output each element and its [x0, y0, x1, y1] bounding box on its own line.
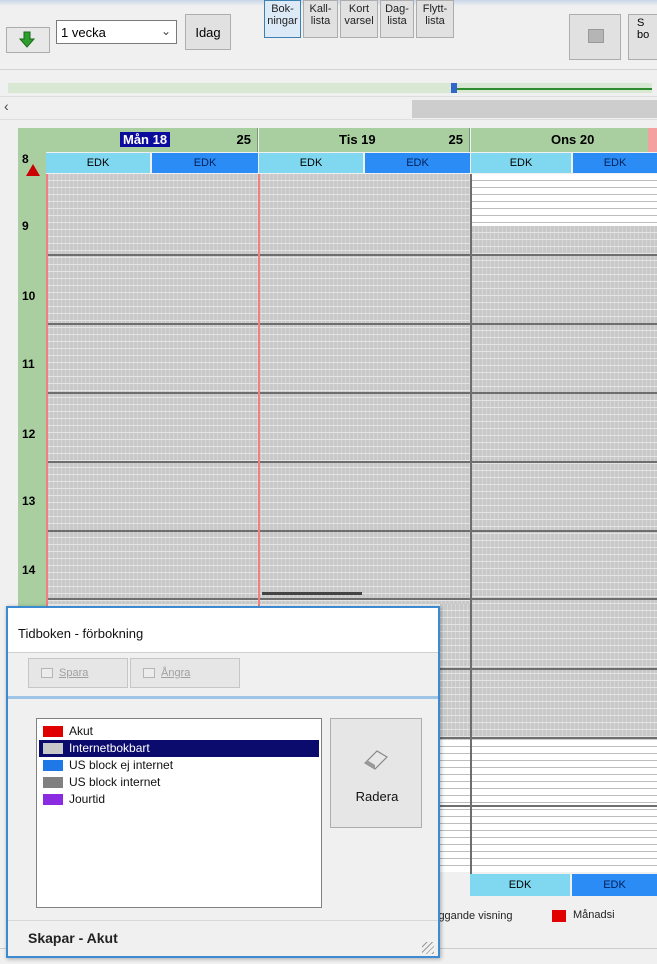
dialog-title: Tidboken - förbokning	[8, 608, 438, 652]
list-item-label: Internetbokbart	[69, 741, 150, 755]
dialog-toolbar: Spara Ångra	[8, 653, 438, 695]
today-button[interactable]: Idag	[185, 14, 231, 50]
today-marker-line	[46, 174, 48, 606]
scroll-thumb[interactable]	[412, 100, 657, 118]
legend-text: Månadsi	[573, 909, 615, 921]
list-item-label: Jourtid	[69, 792, 106, 806]
color-swatch	[43, 777, 63, 788]
list-item-label: Akut	[69, 724, 94, 738]
save-label: Spara	[59, 667, 89, 679]
day-name: Tis 19	[339, 132, 376, 147]
call-list-button[interactable]: Kall- lista	[303, 0, 338, 38]
legend-swatch	[552, 910, 566, 922]
day-name: Mån 18	[120, 132, 171, 147]
hour-divider	[46, 392, 657, 394]
time-indicator	[262, 592, 362, 595]
short-notice-button[interactable]: Kort varsel	[340, 0, 378, 38]
week-number: 25	[448, 132, 463, 147]
toolbar: 1 vecka ⌄ Idag Bok- ningar Kall- lista K…	[0, 0, 657, 70]
undo-label: Ångra	[161, 667, 191, 679]
color-swatch	[43, 743, 63, 754]
list-item[interactable]: US block internet	[39, 774, 319, 791]
list-item-label: US block ej internet	[69, 758, 174, 772]
eraser-icon	[361, 747, 391, 771]
booking-grid-gray[interactable]	[440, 604, 470, 740]
save-icon	[41, 668, 53, 678]
save-button[interactable]: Spara	[28, 658, 128, 688]
dialog-status-separator	[8, 920, 438, 921]
dialog-status-text: Skapar - Akut	[28, 930, 118, 946]
color-swatch	[43, 760, 63, 771]
hour-divider	[440, 668, 657, 670]
week-number: 25	[236, 132, 251, 147]
hour-divider	[46, 254, 657, 256]
arrow-down-icon	[18, 31, 36, 48]
next-day-header	[648, 128, 657, 152]
hour-label: 11	[22, 357, 35, 371]
list-item-label: US block internet	[69, 775, 161, 789]
hour-divider	[46, 598, 657, 600]
chevron-down-icon: ⌄	[160, 24, 171, 38]
period-select[interactable]: 1 vecka ⌄	[56, 20, 177, 44]
booking-type-list[interactable]: Akut Internetbokbart US block ej interne…	[36, 718, 322, 908]
horizontal-scrollbar[interactable]: ‹	[0, 96, 657, 120]
list-item[interactable]: Jourtid	[39, 791, 319, 808]
undo-icon	[143, 668, 155, 678]
day-header-tue[interactable]: Tis 19 25	[259, 128, 470, 152]
resource-header[interactable]: EDK	[365, 153, 470, 173]
hour-label: 13	[22, 494, 36, 508]
toolbar-gray-button[interactable]	[569, 14, 621, 60]
scroll-left-arrow-icon[interactable]: ‹	[4, 98, 18, 118]
current-time-arrow-icon	[26, 164, 40, 176]
list-item-selected[interactable]: Internetbokbart	[39, 740, 319, 757]
resize-grip-icon[interactable]	[422, 942, 434, 954]
square-icon	[588, 29, 604, 43]
resource-footer[interactable]: EDK	[470, 874, 570, 896]
resource-header[interactable]: EDK	[152, 153, 258, 173]
resource-footer[interactable]: EDK	[572, 874, 657, 896]
hour-divider	[46, 323, 657, 325]
booking-grid-white[interactable]	[471, 174, 657, 226]
day-list-button[interactable]: Dag- lista	[380, 0, 414, 38]
prebooking-dialog: Tidboken - förbokning Spara Ångra Akut I…	[6, 606, 440, 958]
color-swatch	[43, 726, 63, 737]
bookings-button[interactable]: Bok- ningar	[264, 0, 301, 38]
hour-label: 12	[22, 427, 36, 441]
resource-header[interactable]: EDK	[46, 153, 150, 173]
resource-header[interactable]: EDK	[471, 153, 571, 173]
hour-divider	[440, 737, 657, 739]
list-item[interactable]: US block ej internet	[39, 757, 319, 774]
move-list-button[interactable]: Flytt- lista	[416, 0, 454, 38]
cut-off-button[interactable]: S bo	[628, 14, 657, 60]
color-swatch	[43, 794, 63, 805]
delete-button[interactable]: Radera	[330, 718, 422, 828]
time-slider-thumb[interactable]	[451, 83, 457, 93]
today-marker-line	[258, 174, 260, 606]
hour-label: 9	[22, 219, 29, 233]
resource-header[interactable]: EDK	[259, 153, 363, 173]
hour-divider	[46, 461, 657, 463]
legend-text: iggande visning	[436, 910, 513, 922]
move-down-button[interactable]	[6, 27, 50, 53]
period-select-value: 1 vecka	[61, 25, 106, 40]
resource-header[interactable]: EDK	[573, 153, 657, 173]
day-header-wed[interactable]: Ons 20	[471, 128, 657, 152]
list-item[interactable]: Akut	[39, 723, 319, 740]
hour-label: 14	[22, 563, 36, 577]
undo-button[interactable]: Ångra	[130, 658, 240, 688]
hour-divider	[440, 805, 657, 807]
day-name: Ons 20	[551, 132, 595, 147]
hour-label: 10	[22, 289, 36, 303]
time-slider-fill	[452, 88, 652, 90]
legend-bar: iggande visning Månadsi	[430, 898, 657, 948]
hour-divider	[46, 530, 657, 532]
booking-grid-gray[interactable]	[471, 226, 657, 756]
day-divider	[470, 174, 472, 874]
delete-label: Radera	[355, 789, 399, 804]
dialog-divider	[8, 696, 438, 699]
day-header-mon[interactable]: Mån 18 25	[46, 128, 258, 152]
